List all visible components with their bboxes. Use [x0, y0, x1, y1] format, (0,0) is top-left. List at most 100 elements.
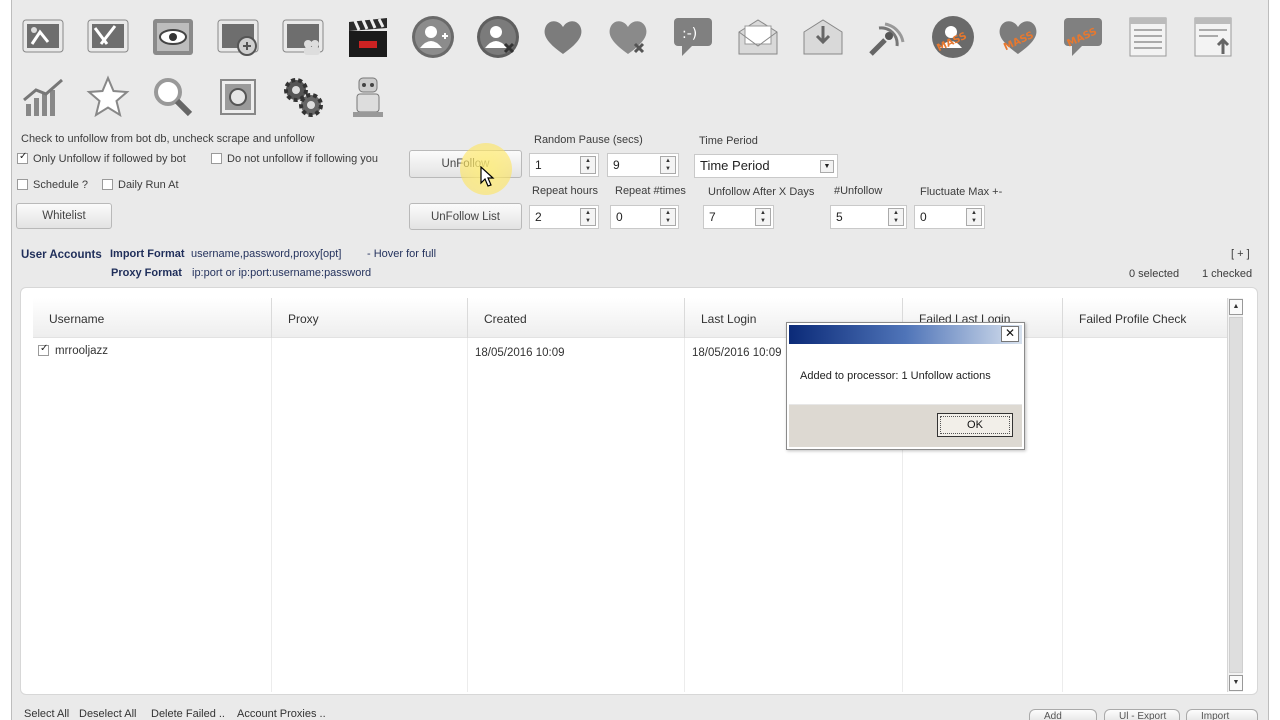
- fluctuate-spinner[interactable]: 0 ▲ ▼: [914, 205, 985, 229]
- schedule-check[interactable]: [17, 179, 28, 190]
- scrape-location-icon[interactable]: [863, 12, 913, 62]
- row-checkbox[interactable]: [38, 343, 49, 356]
- table-row[interactable]: mrrooljazz: [38, 343, 108, 357]
- spinner-arrows-icon[interactable]: ▲ ▼: [966, 208, 982, 226]
- mass-follow-icon[interactable]: MASS: [928, 12, 978, 62]
- do-not-unfollow-check[interactable]: [211, 153, 222, 164]
- favorite-star-icon[interactable]: [83, 72, 133, 122]
- import-format-value: username,password,proxy[opt]: [191, 248, 342, 260]
- num-unfollow-value: 5: [836, 210, 843, 224]
- scrape-likers-icon[interactable]: [213, 12, 263, 62]
- repeat-hours-spinner[interactable]: 2 ▲ ▼: [529, 205, 599, 229]
- random-pause-label: Random Pause (secs): [534, 134, 643, 146]
- hover-hint: - Hover for full: [367, 248, 437, 260]
- num-unfollow-spinner[interactable]: 5 ▲ ▼: [830, 205, 907, 229]
- unfollow-instruction: Check to unfollow from bot db, uncheck s…: [21, 133, 315, 145]
- time-period-label: Time Period: [699, 135, 758, 147]
- whitelist-button[interactable]: Whitelist: [16, 203, 112, 229]
- daily-run-checkbox[interactable]: Daily Run At: [102, 179, 179, 191]
- only-unfollow-check[interactable]: [17, 151, 28, 164]
- schedule-checkbox[interactable]: Schedule ?: [17, 179, 88, 191]
- stats-icon[interactable]: [18, 72, 68, 122]
- repeat-times-label: Repeat #times: [615, 185, 686, 197]
- column-header-proxy[interactable]: Proxy: [271, 298, 467, 338]
- comment-icon[interactable]: :-): [668, 12, 718, 62]
- delete-failed-link[interactable]: Delete Failed ..: [151, 708, 225, 720]
- view-icon[interactable]: [148, 12, 198, 62]
- account-proxies-link[interactable]: Account Proxies ..: [237, 708, 326, 720]
- scrape-commenters-icon[interactable]: [278, 12, 328, 62]
- column-divider: [684, 338, 685, 692]
- spinner-arrows-icon[interactable]: ▲ ▼: [755, 208, 771, 226]
- scroll-thumb[interactable]: [1229, 317, 1243, 673]
- spinner-arrows-icon[interactable]: ▲ ▼: [660, 208, 676, 226]
- expand-toggle[interactable]: [ + ]: [1231, 248, 1250, 260]
- accounts-grid: Username Proxy Created Last Login Failed…: [33, 298, 1229, 692]
- do-not-unfollow-checkbox[interactable]: Do not unfollow if following you: [211, 153, 378, 165]
- like-icon[interactable]: [538, 12, 588, 62]
- robot-icon[interactable]: [343, 72, 393, 122]
- proxy-format-label: Proxy Format: [111, 267, 182, 279]
- close-icon[interactable]: ✕: [1001, 326, 1019, 342]
- mass-like-icon[interactable]: MASS: [993, 12, 1043, 62]
- grid-scrollbar[interactable]: ▲ ▼: [1227, 298, 1243, 692]
- num-unfollow-label: #Unfollow: [834, 185, 883, 197]
- list-icon[interactable]: [1123, 12, 1173, 62]
- window-frame-right: [1268, 0, 1280, 720]
- import-format-label: Import Format: [110, 248, 185, 260]
- user-accounts-title: User Accounts: [21, 249, 102, 261]
- scrape-following-icon[interactable]: [83, 12, 133, 62]
- select-all-link[interactable]: Select All: [24, 708, 69, 720]
- fluctuate-label: Fluctuate Max +-: [920, 186, 1003, 198]
- column-header-username[interactable]: Username: [33, 298, 271, 338]
- pause-min-value: 1: [535, 158, 542, 172]
- selected-count: 0 selected: [1129, 268, 1180, 280]
- accounts-grid-panel: Username Proxy Created Last Login Failed…: [20, 287, 1258, 695]
- repeat-times-value: 0: [616, 210, 623, 224]
- unfollow-user-icon[interactable]: [473, 12, 523, 62]
- deselect-all-link[interactable]: Deselect All: [79, 708, 136, 720]
- chevron-down-icon[interactable]: ▼: [820, 160, 834, 173]
- add-button[interactable]: Add: [1029, 709, 1097, 720]
- photo-icon[interactable]: [213, 72, 263, 122]
- dialog-message: Added to processor: 1 Unfollow actions: [800, 370, 991, 382]
- import-button[interactable]: Import: [1186, 709, 1258, 720]
- toolbar-row-1: :-) MASS MASS MASS: [18, 12, 1238, 62]
- unfollow-after-value: 7: [709, 210, 716, 224]
- repeat-times-spinner[interactable]: 0 ▲ ▼: [610, 205, 679, 229]
- search-magnifier-icon[interactable]: [148, 72, 198, 122]
- settings-gears-icon[interactable]: [278, 72, 328, 122]
- video-clapper-icon[interactable]: [343, 12, 393, 62]
- ok-button[interactable]: OK: [937, 413, 1013, 437]
- scroll-down-icon[interactable]: ▼: [1229, 675, 1243, 691]
- unfollow-after-label: Unfollow After X Days: [708, 186, 815, 198]
- export-button[interactable]: Ul - Export: [1104, 709, 1180, 720]
- checked-count: 1 checked: [1202, 268, 1253, 280]
- time-period-select[interactable]: Time Period ▼: [694, 154, 838, 178]
- unlike-icon[interactable]: [603, 12, 653, 62]
- follow-user-icon[interactable]: [408, 12, 458, 62]
- column-divider: [1062, 338, 1063, 692]
- pause-max-value: 9: [613, 158, 620, 172]
- pause-max-spinner[interactable]: 9 ▲ ▼: [607, 153, 679, 177]
- pause-min-spinner[interactable]: 1 ▲ ▼: [529, 153, 599, 177]
- column-header-created[interactable]: Created: [467, 298, 684, 338]
- only-unfollow-checkbox[interactable]: Only Unfollow if followed by bot: [17, 151, 186, 165]
- scroll-up-icon[interactable]: ▲: [1229, 299, 1243, 315]
- scrape-followers-icon[interactable]: [18, 12, 68, 62]
- spinner-arrows-icon[interactable]: ▲ ▼: [580, 208, 596, 226]
- spinner-arrows-icon[interactable]: ▲ ▼: [888, 208, 904, 226]
- export-list-icon[interactable]: [1188, 12, 1238, 62]
- unfollow-list-button[interactable]: UnFollow List: [409, 203, 522, 230]
- unfollow-after-spinner[interactable]: 7 ▲ ▼: [703, 205, 774, 229]
- spinner-arrows-icon[interactable]: ▲ ▼: [660, 156, 676, 174]
- do-not-unfollow-label: Do not unfollow if following you: [227, 153, 379, 165]
- mass-comment-icon[interactable]: MASS: [1058, 12, 1108, 62]
- column-header-failed-profile-check[interactable]: Failed Profile Check: [1062, 298, 1229, 338]
- spinner-arrows-icon[interactable]: ▲ ▼: [580, 156, 596, 174]
- direct-message-icon[interactable]: [733, 12, 783, 62]
- time-period-value: Time Period: [700, 158, 770, 173]
- daily-run-check[interactable]: [102, 179, 113, 190]
- dm-download-icon[interactable]: [798, 12, 848, 62]
- dialog-title-bar[interactable]: ✕: [789, 325, 1022, 344]
